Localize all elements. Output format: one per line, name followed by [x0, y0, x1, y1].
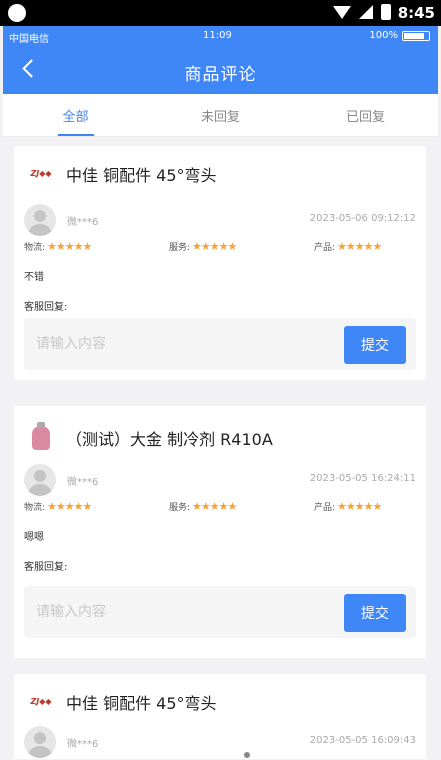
system-icons — [333, 4, 391, 20]
product-thumbnail: ZJ◆◆ — [24, 160, 58, 188]
active-tab-indicator — [57, 134, 94, 136]
review-date: 2023-05-06 09:12:12 — [309, 213, 416, 224]
star-rating-icon: ★★★★★ — [337, 240, 382, 253]
avatar — [24, 464, 56, 496]
star-rating-icon: ★★★★★ — [192, 500, 237, 513]
battery-icon — [402, 30, 430, 41]
service-rating: 服务: ★★★★★ — [169, 240, 237, 253]
refrigerant-can-icon — [32, 422, 50, 450]
reviewer-name: 微***6 — [67, 739, 99, 750]
reviewer-row: 微***6 2023-05-05 16:24:11 — [24, 464, 416, 498]
product-name: 中佳 铜配件 45°弯头 — [66, 166, 217, 185]
product-thumbnail — [24, 422, 58, 452]
rating-label: 服务: — [169, 243, 191, 253]
app-header: 中国电信 11:09 100% 商品评论 — [3, 26, 438, 94]
reply-box: 提交 — [24, 586, 416, 638]
reply-label: 客服回复: — [24, 562, 68, 573]
review-card: ZJ◆◆ 中佳 铜配件 45°弯头 微***6 2023-05-06 09:12… — [14, 146, 426, 380]
watermark-text: 实用手机精选・BYJSJXY.COM — [96, 731, 300, 747]
submit-button[interactable]: 提交 — [344, 326, 406, 364]
battery-icon — [381, 4, 391, 20]
avatar — [24, 204, 56, 236]
tab-label: 已回复 — [345, 110, 385, 125]
reply-input[interactable] — [24, 586, 344, 638]
product-rating: 产品: ★★★★★ — [314, 500, 382, 513]
product-rating: 产品: ★★★★★ — [314, 240, 382, 253]
star-rating-icon: ★★★★★ — [47, 240, 92, 253]
page-title: 商品评论 — [184, 65, 257, 85]
avatar — [24, 726, 56, 758]
inner-status-bar: 中国电信 11:09 100% — [3, 26, 438, 46]
logistics-rating: 物流: ★★★★★ — [24, 500, 92, 513]
logistics-rating: 物流: ★★★★★ — [24, 240, 92, 253]
product-row[interactable]: （测试）大金 制冷剂 R410A — [24, 422, 273, 452]
review-card: （测试）大金 制冷剂 R410A 微***6 2023-05-05 16:24:… — [14, 406, 426, 658]
submit-button[interactable]: 提交 — [344, 594, 406, 632]
star-rating-icon: ★★★★★ — [192, 240, 237, 253]
product-row[interactable]: ZJ◆◆ 中佳 铜配件 45°弯头 — [24, 160, 217, 188]
tab-label: 未回复 — [200, 110, 240, 125]
notification-dot-icon — [8, 4, 26, 22]
review-comment: 嗯嗯 — [24, 532, 44, 543]
tab-all[interactable]: 全部 — [3, 94, 148, 136]
rating-row: 物流: ★★★★★ 服务: ★★★★★ 产品: ★★★★★ — [24, 240, 416, 256]
scroll-indicator — [244, 752, 250, 758]
product-name: 中佳 铜配件 45°弯头 — [66, 694, 217, 713]
product-name: （测试）大金 制冷剂 R410A — [66, 430, 273, 449]
reviewer-name: 微***6 — [67, 477, 99, 488]
rating-label: 产品: — [314, 503, 336, 513]
tab-replied[interactable]: 已回复 — [293, 94, 438, 136]
star-rating-icon: ★★★★★ — [47, 500, 92, 513]
brand-logo-icon: ZJ◆◆ — [30, 697, 52, 706]
signal-icon — [359, 5, 373, 19]
brand-logo-icon: ZJ◆◆ — [30, 169, 52, 178]
reply-label: 客服回复: — [24, 302, 68, 313]
tab-label: 全部 — [62, 110, 89, 125]
rating-row: 物流: ★★★★★ 服务: ★★★★★ 产品: ★★★★★ — [24, 500, 416, 516]
reviewer-row: 微***6 2023-05-06 09:12:12 — [24, 204, 416, 238]
system-status-bar: 8:45 — [0, 0, 441, 26]
review-filter-tabs: 全部 未回复 已回复 — [3, 94, 438, 137]
star-rating-icon: ★★★★★ — [337, 500, 382, 513]
review-date: 2023-05-05 16:24:11 — [309, 473, 416, 484]
reviewer-name: 微***6 — [67, 217, 99, 228]
inner-battery: 100% — [369, 30, 430, 41]
rating-label: 服务: — [169, 503, 191, 513]
rating-label: 产品: — [314, 243, 336, 253]
review-date: 2023-05-05 16:09:43 — [309, 735, 416, 746]
wifi-icon — [333, 5, 351, 19]
product-row[interactable]: ZJ◆◆ 中佳 铜配件 45°弯头 — [24, 688, 217, 716]
reply-input[interactable] — [24, 318, 344, 370]
rating-label: 物流: — [24, 243, 46, 253]
rating-label: 物流: — [24, 503, 46, 513]
battery-percent: 100% — [369, 30, 398, 41]
service-rating: 服务: ★★★★★ — [169, 500, 237, 513]
reply-box: 提交 — [24, 318, 416, 370]
carrier-label: 中国电信 — [9, 34, 49, 45]
review-comment: 不错 — [24, 272, 44, 283]
tab-unreplied[interactable]: 未回复 — [148, 94, 293, 136]
system-time: 8:45 — [397, 4, 435, 22]
inner-time: 11:09 — [203, 30, 232, 41]
product-thumbnail: ZJ◆◆ — [24, 688, 58, 716]
